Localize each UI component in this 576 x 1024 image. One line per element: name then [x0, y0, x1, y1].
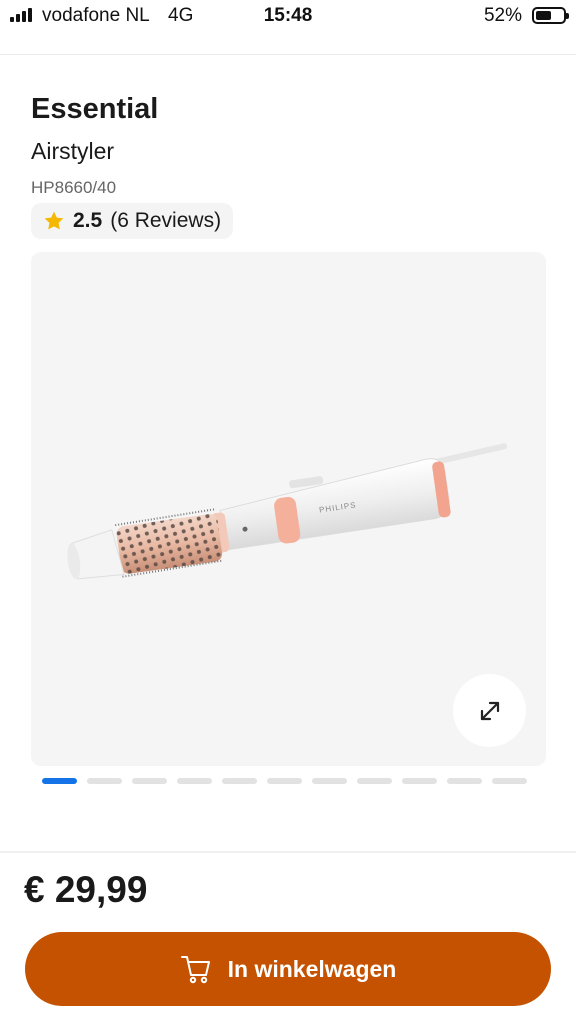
- divider: [0, 851, 576, 853]
- pagination-dot[interactable]: [267, 778, 302, 784]
- product-brand: Essential: [31, 93, 159, 125]
- product-model-number: HP8660/40: [31, 178, 117, 197]
- battery-percentage: 52%: [483, 5, 522, 26]
- add-to-cart-label: In winkelwagen: [227, 955, 397, 982]
- pagination-dot[interactable]: [177, 778, 212, 784]
- rating-value: 2.5: [73, 209, 103, 232]
- pagination-dot[interactable]: [312, 778, 347, 784]
- pagination-dot[interactable]: [87, 778, 122, 784]
- divider: [0, 54, 576, 55]
- pagination-dot[interactable]: [222, 778, 257, 784]
- pagination-dot[interactable]: [492, 778, 527, 784]
- image-pagination[interactable]: [42, 778, 527, 784]
- pagination-dot[interactable]: [42, 778, 77, 784]
- cart-icon: [180, 956, 210, 984]
- status-bar: vodafone NL 4G 15:48 52%: [0, 0, 576, 34]
- battery-icon: [532, 7, 569, 24]
- product-price: € 29,99: [24, 869, 148, 910]
- pagination-dot[interactable]: [132, 778, 167, 784]
- expand-image-button[interactable]: [453, 674, 526, 747]
- rating-badge[interactable]: 2.5 (6 Reviews): [31, 203, 234, 239]
- star-icon: [44, 211, 64, 230]
- add-to-cart-button[interactable]: In winkelwagen: [25, 932, 551, 1006]
- pagination-dot[interactable]: [357, 778, 392, 784]
- product-image-gallery[interactable]: PHILIPS: [31, 252, 546, 766]
- pagination-dot[interactable]: [402, 778, 437, 784]
- review-count[interactable]: (6 Reviews): [110, 209, 221, 233]
- pagination-dot[interactable]: [447, 778, 482, 784]
- expand-icon: [480, 701, 499, 720]
- product-name: Airstyler: [31, 138, 115, 164]
